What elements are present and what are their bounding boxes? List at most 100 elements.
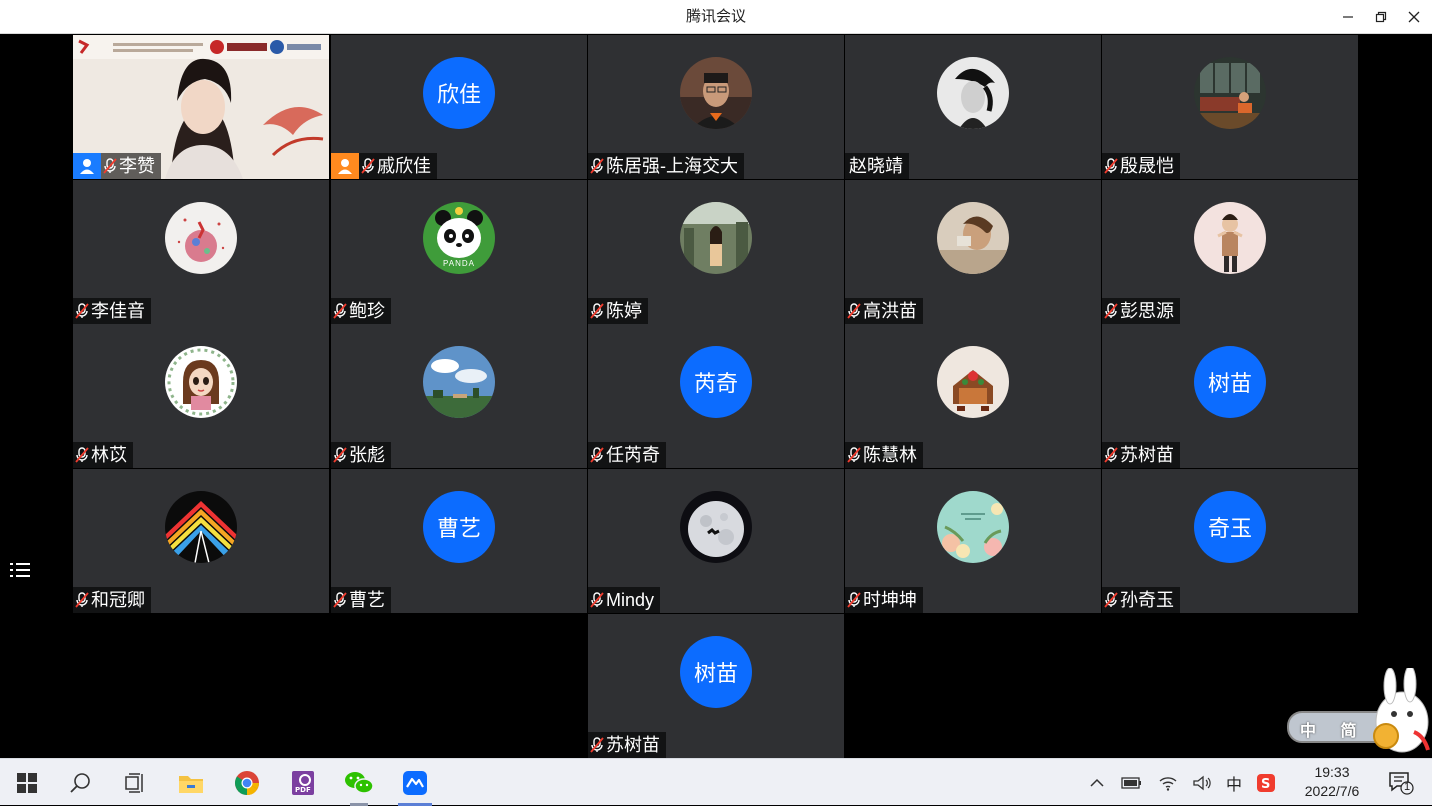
participant-name: 苏树苗 (1120, 445, 1174, 465)
tencent-meeting-icon[interactable] (390, 759, 440, 806)
participant-tile[interactable]: Mindy (588, 469, 844, 613)
battery-icon[interactable] (1120, 759, 1144, 806)
mic-muted-icon (331, 587, 349, 613)
avatar (680, 202, 752, 274)
participant-name: 苏树苗 (606, 735, 660, 755)
avatar-initials: 曹艺 (423, 491, 495, 563)
participant-name-bar: 苏树苗 (1102, 442, 1180, 468)
participant-name: 林苡 (91, 445, 127, 465)
participant-tile[interactable]: 时坤坤 (845, 469, 1101, 613)
participant-tile[interactable]: 陈慧林 (845, 324, 1101, 468)
participant-name-bar: 戚欣佳 (331, 153, 437, 179)
ime-sticker-label: 中 简 (1300, 723, 1367, 740)
title-bar: 腾讯会议 (0, 0, 1432, 34)
file-explorer-icon[interactable] (166, 759, 216, 806)
participant-name-bar: 高洪苗 (845, 298, 923, 324)
participant-name-bar: 张彪 (331, 442, 391, 468)
mic-muted-icon (588, 732, 606, 758)
mic-muted-icon (1102, 442, 1120, 468)
participant-name: 戚欣佳 (377, 156, 431, 176)
participant-name: 李佳音 (91, 301, 145, 321)
avatar (423, 346, 495, 418)
notification-count-badge: 1 (1404, 781, 1411, 793)
search-icon[interactable] (56, 759, 106, 806)
participant-name: 陈慧林 (863, 445, 917, 465)
ime-rabbit-sticker[interactable]: 中 简 (1286, 665, 1432, 758)
avatar-initials: 树苗 (680, 636, 752, 708)
participant-name: 高洪苗 (863, 301, 917, 321)
mic-muted-icon (845, 298, 863, 324)
mic-muted-icon (588, 587, 606, 613)
avatar-initials: 欣佳 (423, 57, 495, 129)
participant-tile[interactable]: 李赞 (73, 35, 329, 179)
participant-name-bar: 李赞 (73, 153, 161, 179)
wifi-icon[interactable] (1156, 759, 1180, 806)
participant-name-bar: 殷晟恺 (1102, 153, 1180, 179)
show-hidden-icons-chevron-icon[interactable] (1086, 759, 1108, 806)
participant-tile[interactable]: 陈婷 (588, 180, 844, 324)
participant-tile[interactable]: 李佳音 (73, 180, 329, 324)
avatar (165, 491, 237, 563)
participant-tile[interactable]: 张彪 (331, 324, 587, 468)
participant-name-bar: 陈居强-上海交大 (588, 153, 744, 179)
participant-name: 彭思源 (1120, 301, 1174, 321)
chrome-icon[interactable] (222, 759, 272, 806)
participant-name-bar: 曹艺 (331, 587, 391, 613)
volume-icon[interactable] (1190, 759, 1214, 806)
participant-tile[interactable]: 殷晟恺 (1102, 35, 1358, 179)
participant-name-bar: Mindy (588, 587, 661, 613)
pdf-reader-icon[interactable]: PDF (278, 759, 328, 806)
participant-name-bar: 李佳音 (73, 298, 151, 324)
avatar (1194, 202, 1266, 274)
participant-name: 陈居强-上海交大 (606, 156, 738, 176)
participant-list-menu-icon[interactable] (0, 552, 40, 588)
participant-tile[interactable]: 奇玉 孙奇玉 (1102, 469, 1358, 613)
participant-tile[interactable]: 曹艺 曹艺 (331, 469, 587, 613)
restore-button[interactable] (1364, 0, 1398, 34)
participant-name-bar: 陈婷 (588, 298, 648, 324)
participant-tile[interactable]: 和冠卿 (73, 469, 329, 613)
mic-muted-icon (73, 442, 91, 468)
mic-muted-icon (1102, 298, 1120, 324)
avatar: PANDA (423, 202, 495, 274)
participant-tile[interactable]: 赵晓靖 (845, 35, 1101, 179)
mic-muted-icon (588, 298, 606, 324)
task-view-icon[interactable] (110, 759, 160, 806)
participant-name: 曹艺 (349, 590, 385, 610)
participant-name: 殷晟恺 (1120, 156, 1174, 176)
participant-tile[interactable]: 彭思源 (1102, 180, 1358, 324)
participant-name: 李赞 (119, 156, 155, 176)
participant-tile[interactable]: 高洪苗 (845, 180, 1101, 324)
mic-muted-icon (588, 442, 606, 468)
action-center-button[interactable]: 1 (1378, 759, 1424, 806)
windows-taskbar: PDF 中 S 19:33 2022/7/6 1 (0, 758, 1432, 806)
participant-tile[interactable]: 欣佳戚欣佳 (331, 35, 587, 179)
mic-muted-icon (73, 298, 91, 324)
participant-name: 时坤坤 (863, 590, 917, 610)
system-clock[interactable]: 19:33 2022/7/6 (1292, 763, 1372, 801)
participant-name-bar: 孙奇玉 (1102, 587, 1180, 613)
ime-indicator[interactable]: 中 (1222, 759, 1246, 806)
minimize-button[interactable] (1331, 0, 1365, 34)
participant-name-bar: 鲍珍 (331, 298, 391, 324)
participant-name-bar: 苏树苗 (588, 732, 666, 758)
sogou-ime-icon[interactable]: S (1254, 759, 1278, 806)
wechat-icon[interactable] (334, 759, 384, 806)
host-user-icon (331, 153, 359, 179)
participant-name: 任芮奇 (606, 445, 660, 465)
avatar (680, 491, 752, 563)
svg-text:S: S (1261, 777, 1270, 792)
video-grid: 李赞 欣佳 戚欣佳 陈居强-上海交大 赵晓靖 殷晟恺 李佳音 PANDA 鲍珍 陈婷 高洪苗 彭思源林… (0, 34, 1432, 758)
close-button[interactable] (1397, 0, 1431, 34)
participant-name: 赵晓靖 (849, 156, 903, 176)
participant-tile[interactable]: PANDA 鲍珍 (331, 180, 587, 324)
windows-start-button[interactable] (2, 759, 52, 806)
participant-name-bar: 赵晓靖 (845, 153, 909, 179)
participant-name-bar: 彭思源 (1102, 298, 1180, 324)
participant-tile[interactable]: 林苡 (73, 324, 329, 468)
participant-tile[interactable]: 树苗苏树苗 (588, 614, 844, 758)
participant-tile[interactable]: 陈居强-上海交大 (588, 35, 844, 179)
mic-muted-icon (588, 153, 606, 179)
participant-tile[interactable]: 芮奇 任芮奇 (588, 324, 844, 468)
participant-tile[interactable]: 树苗 苏树苗 (1102, 324, 1358, 468)
